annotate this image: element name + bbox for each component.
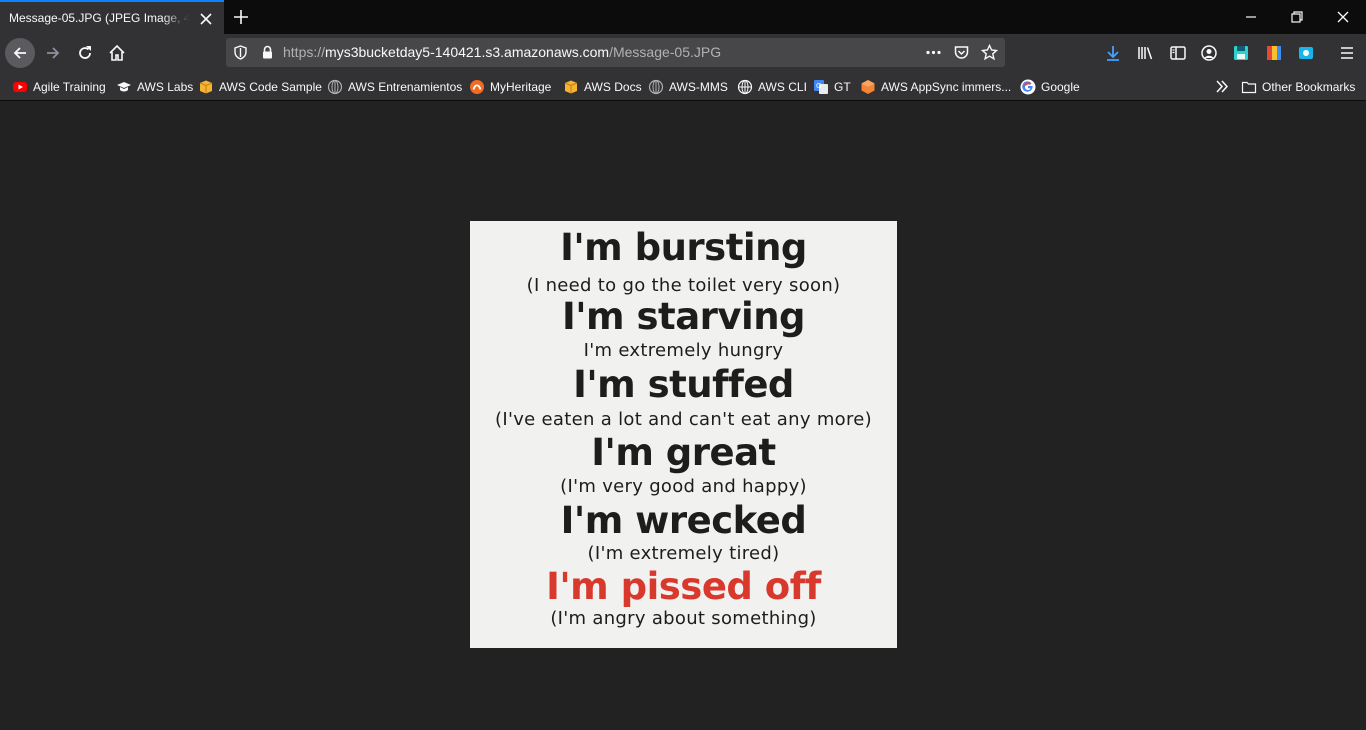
youtube-icon: [13, 81, 27, 92]
bookmarks-toolbar: Agile Training AWS Labs AWS Code Sample …: [0, 72, 1366, 101]
bookmark-aws-mms[interactable]: AWS-MMS: [648, 78, 728, 95]
reload-button[interactable]: [70, 38, 100, 68]
bookmark-label: AWS Labs: [137, 79, 194, 94]
page-actions-icon[interactable]: [925, 44, 942, 61]
tab-active[interactable]: Message-05.JPG (JPEG Image, 427 × 427 pi…: [0, 0, 224, 34]
home-icon: [109, 44, 125, 61]
bookmark-label: Google: [1041, 79, 1080, 94]
close-icon[interactable]: [198, 11, 214, 27]
chevron-right-double-icon[interactable]: [1214, 78, 1230, 95]
aws-box-icon: [564, 80, 578, 93]
globe-icon: [648, 79, 664, 94]
bookmark-label: Agile Training: [33, 79, 106, 94]
tracking-shield-icon[interactable]: [232, 44, 249, 61]
bookmark-aws-code-sample[interactable]: AWS Code Sample: [198, 78, 322, 95]
pocket-icon[interactable]: [953, 44, 970, 61]
minimize-icon[interactable]: [1240, 6, 1262, 28]
bookmark-aws-appsync[interactable]: AWS AppSync immers...: [860, 78, 1011, 95]
myheritage-icon: [470, 79, 484, 94]
meaning-line: (I'm angry about something): [550, 608, 817, 629]
folder-icon: [1241, 81, 1257, 93]
meaning-line: (I need to go the toilet very soon): [526, 275, 841, 296]
other-bookmarks-label: Other Bookmarks: [1262, 79, 1356, 94]
url-prefix: https://: [283, 44, 326, 60]
phrase-line: I'm great: [591, 431, 776, 474]
aws-box-icon: [199, 80, 213, 93]
bookmark-aws-entrenamientos[interactable]: AWS Entrenamientos: [327, 78, 462, 95]
reload-icon: [79, 46, 91, 59]
bookmark-star-icon[interactable]: [981, 44, 998, 61]
google-icon: [1020, 79, 1036, 94]
forward-arrow-icon: [47, 47, 60, 59]
bookmark-label: AWS CLI: [758, 79, 807, 94]
back-button[interactable]: [5, 38, 35, 68]
window-close-icon[interactable]: [1332, 6, 1354, 28]
screenshot-extension-icon[interactable]: [1297, 44, 1315, 62]
bookmark-agile-training[interactable]: Agile Training: [12, 78, 106, 95]
url-domain: mys3bucketday5-140421.s3.amazonaws.com: [325, 44, 610, 60]
back-arrow-icon: [13, 47, 26, 59]
bookmark-myheritage[interactable]: MyHeritage: [469, 78, 551, 95]
tab-strip: Message-05.JPG (JPEG Image, 427 × 427 pi…: [0, 0, 1366, 34]
bookmark-label: AWS Entrenamientos: [348, 79, 463, 94]
sidebar-icon[interactable]: [1169, 44, 1187, 62]
menu-icon[interactable]: [1338, 44, 1356, 62]
meaning-line: (I've eaten a lot and can't eat any more…: [495, 409, 872, 430]
phrase-line: I'm bursting: [560, 226, 807, 269]
meaning-line: (I'm extremely tired): [587, 543, 780, 564]
colorful-extension-icon[interactable]: [1265, 44, 1283, 62]
globe-icon: [327, 79, 343, 94]
bookmark-aws-docs[interactable]: AWS Docs: [563, 78, 642, 95]
forward-button[interactable]: [38, 38, 68, 68]
phrase-line-highlight: I'm pissed off: [546, 565, 821, 608]
restore-icon[interactable]: [1286, 6, 1308, 28]
bookmark-label: AWS Code Sample: [219, 79, 322, 94]
phrase-line: I'm stuffed: [573, 363, 794, 406]
save-extension-icon[interactable]: [1232, 44, 1250, 62]
bookmark-gt[interactable]: G GT: [813, 78, 851, 95]
bookmark-label: AWS Docs: [584, 79, 642, 94]
navigation-bar: https://mys3bucketday5-140421.s3.amazona…: [0, 34, 1366, 72]
bookmark-google[interactable]: Google: [1020, 78, 1080, 95]
bookmark-label: AWS-MMS: [669, 79, 728, 94]
meaning-line: (I'm very good and happy): [560, 476, 807, 497]
tab-title: Message-05.JPG (JPEG Image, 427 × 427 pi…: [9, 11, 189, 25]
bookmark-aws-cli[interactable]: AWS CLI: [737, 78, 807, 95]
meaning-line: I'm extremely hungry: [583, 340, 784, 361]
bookmark-label: GT: [834, 79, 851, 94]
lock-icon[interactable]: [259, 44, 276, 61]
url-bar[interactable]: https://mys3bucketday5-140421.s3.amazona…: [226, 38, 1005, 67]
url-path: /Message-05.JPG: [609, 44, 722, 60]
downloads-icon[interactable]: [1104, 44, 1122, 62]
phrase-line: I'm starving: [561, 295, 806, 338]
library-icon[interactable]: [1137, 44, 1155, 62]
appsync-icon: [861, 79, 875, 94]
url-text: https://mys3bucketday5-140421.s3.amazona…: [283, 44, 721, 60]
svg-text:G: G: [816, 82, 821, 90]
bookmark-label: MyHeritage: [490, 79, 552, 94]
bookmark-aws-labs[interactable]: AWS Labs: [116, 78, 193, 95]
home-button[interactable]: [102, 38, 132, 68]
new-tab-icon[interactable]: [232, 8, 250, 26]
google-translate-icon: G: [814, 79, 828, 94]
globe-icon: [737, 79, 753, 94]
graduation-cap-icon: [117, 81, 131, 91]
account-icon[interactable]: [1200, 44, 1218, 62]
displayed-image[interactable]: I'm bursting (I need to go the toilet ve…: [470, 221, 897, 648]
phrase-line: I'm wrecked: [560, 499, 807, 542]
bookmark-label: AWS AppSync immers...: [881, 79, 1012, 94]
other-bookmarks-folder[interactable]: Other Bookmarks: [1241, 78, 1355, 95]
